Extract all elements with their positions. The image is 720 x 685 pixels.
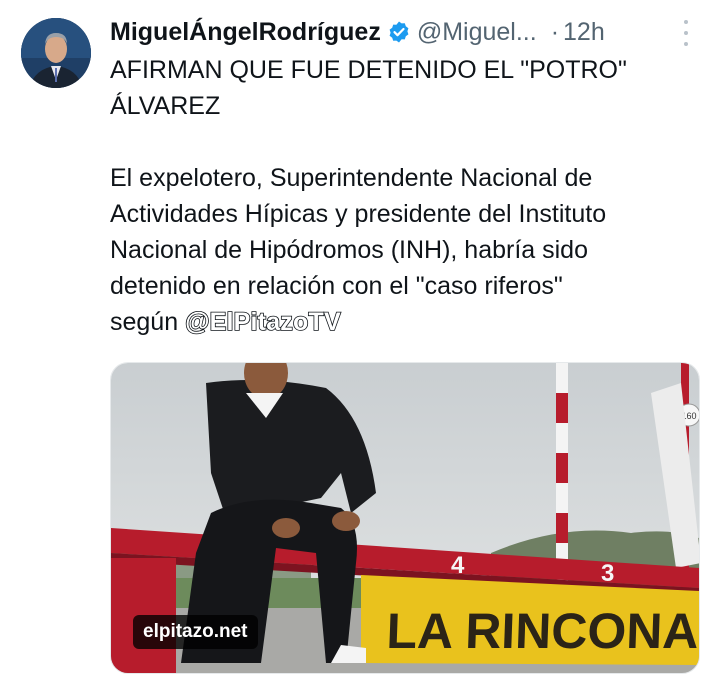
tweet-media-image[interactable]: 160 LA RINCONADA 5 4 3 elpitazo.net <box>110 362 700 674</box>
tweet-header: MiguelÁngelRodríguez @Miguel... · 12h <box>110 14 690 50</box>
rail-number: 4 <box>451 552 465 579</box>
text-prefix: según <box>110 308 186 336</box>
author-avatar[interactable] <box>21 18 91 88</box>
tweet-text-line: El expelotero, Superintendente Nacional … <box>110 164 593 192</box>
separator-dot: · <box>550 17 560 46</box>
tweet-text-line: Actividades Hípicas y presidente del Ins… <box>110 200 607 228</box>
rail-number: 3 <box>601 560 614 587</box>
author-name[interactable]: MiguelÁngelRodríguez <box>110 18 381 47</box>
mention-link[interactable]: @ElPitazoTV <box>184 307 341 337</box>
tweet-text-line: según @ElPitazoTV <box>110 304 710 340</box>
tweet-text-line: Nacional de Hipódromos (INH), habría sid… <box>110 236 588 264</box>
tweet-text-line: AFIRMAN QUE FUE DETENIDO EL "POTRO" <box>110 56 627 84</box>
media-source-label[interactable]: elpitazo.net <box>133 615 258 649</box>
tweet-text: AFIRMAN QUE FUE DETENIDO EL "POTRO" ÁLVA… <box>110 52 710 340</box>
verified-check-icon <box>387 20 411 44</box>
tweet-timestamp[interactable]: 12h <box>563 18 605 47</box>
tweet-text-line: detenido en relación con el "caso rifero… <box>110 272 563 300</box>
author-handle[interactable]: @Miguel... <box>417 18 537 47</box>
sign-text: LA RINCONADA <box>386 603 699 659</box>
more-options-icon[interactable] <box>682 20 690 46</box>
tweet-text-line: ÁLVAREZ <box>110 92 221 120</box>
avatar-photo <box>21 18 91 88</box>
